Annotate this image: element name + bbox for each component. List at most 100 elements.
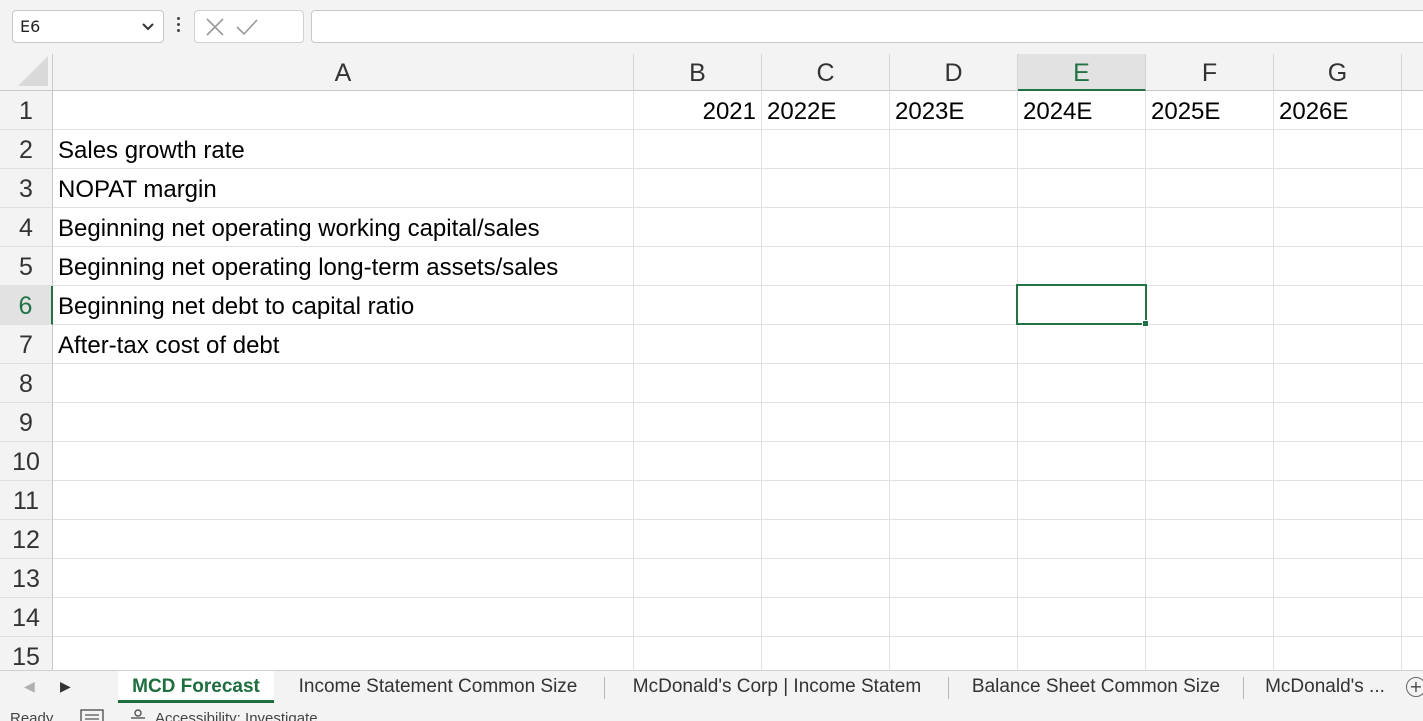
grid-cell[interactable] — [762, 286, 890, 325]
grid-cell[interactable] — [1402, 169, 1423, 208]
grid-cell[interactable] — [1146, 286, 1274, 325]
row-header-2[interactable]: 2 — [0, 130, 53, 169]
grid-cell[interactable] — [1018, 481, 1146, 520]
chevron-down-icon[interactable] — [142, 23, 154, 31]
grid-cell[interactable] — [1146, 442, 1274, 481]
grid-cell[interactable] — [1274, 481, 1402, 520]
grid-cell[interactable] — [1274, 364, 1402, 403]
grid-cell[interactable] — [1274, 247, 1402, 286]
accessibility-status[interactable]: Accessibility: Investigate — [155, 710, 318, 721]
column-header-partial[interactable] — [1402, 54, 1423, 91]
grid-cell[interactable] — [890, 325, 1018, 364]
grid-cell[interactable] — [1146, 481, 1274, 520]
grid-cell[interactable] — [1402, 442, 1423, 481]
grid-cell[interactable] — [634, 637, 762, 670]
row-header-15[interactable]: 15 — [0, 637, 53, 670]
grid-cell[interactable] — [890, 559, 1018, 598]
grid-cell[interactable] — [634, 208, 762, 247]
grid-cell[interactable] — [1402, 208, 1423, 247]
grid-cell[interactable] — [1018, 559, 1146, 598]
grid-cell[interactable] — [1402, 286, 1423, 325]
grid-cell[interactable] — [634, 130, 762, 169]
grid-cell[interactable] — [1274, 559, 1402, 598]
cell-a2[interactable]: Sales growth rate — [53, 130, 634, 169]
column-header-b[interactable]: B — [634, 54, 762, 91]
grid-cell[interactable] — [634, 364, 762, 403]
grid-cell[interactable] — [890, 481, 1018, 520]
grid-cell[interactable] — [1402, 481, 1423, 520]
grid-cell[interactable] — [1146, 637, 1274, 670]
grid-cell[interactable] — [890, 403, 1018, 442]
grid-cell[interactable] — [1146, 520, 1274, 559]
grid-cell[interactable] — [634, 559, 762, 598]
grid-cell[interactable] — [1274, 169, 1402, 208]
row-header-4[interactable]: 4 — [0, 208, 53, 247]
cell-e1[interactable]: 2024E — [1018, 91, 1146, 130]
grid-cell[interactable] — [762, 208, 890, 247]
grid-cell[interactable] — [1274, 598, 1402, 637]
cell-a3[interactable]: NOPAT margin — [53, 169, 634, 208]
grid-cell[interactable] — [1274, 325, 1402, 364]
grid-cell[interactable] — [634, 169, 762, 208]
row-header-13[interactable]: 13 — [0, 559, 53, 598]
select-all-button[interactable] — [0, 54, 53, 91]
sheet-tab-mcdonalds-income-statement[interactable]: McDonald's Corp | Income Statem — [610, 671, 944, 703]
row-header-1[interactable]: 1 — [0, 91, 53, 130]
grid-cell[interactable] — [762, 442, 890, 481]
grid-cell[interactable] — [1146, 130, 1274, 169]
grid-cell[interactable] — [1274, 520, 1402, 559]
row-header-9[interactable]: 9 — [0, 403, 53, 442]
grid-cell[interactable] — [762, 325, 890, 364]
grid-cell[interactable] — [1274, 130, 1402, 169]
grid-cell[interactable] — [762, 130, 890, 169]
row-header-6[interactable]: 6 — [0, 286, 53, 325]
grid-cell[interactable] — [53, 403, 634, 442]
grid-cell[interactable] — [1274, 208, 1402, 247]
column-header-a[interactable]: A — [53, 54, 634, 91]
grid-cell[interactable] — [762, 364, 890, 403]
grid-cell[interactable] — [634, 247, 762, 286]
grid-cell[interactable] — [1018, 130, 1146, 169]
grid-cell[interactable] — [1018, 442, 1146, 481]
grid-cell[interactable] — [1146, 403, 1274, 442]
grid-cell[interactable] — [1146, 598, 1274, 637]
grid-cell[interactable] — [1274, 442, 1402, 481]
grid-cell[interactable] — [1274, 637, 1402, 670]
row-header-10[interactable]: 10 — [0, 442, 53, 481]
cell-a6[interactable]: Beginning net debt to capital ratio — [53, 286, 634, 325]
grid-cell[interactable] — [762, 520, 890, 559]
grid-cell[interactable] — [890, 286, 1018, 325]
grid-cell[interactable] — [762, 169, 890, 208]
cell-a7[interactable]: After-tax cost of debt — [53, 325, 634, 364]
grid-cell[interactable] — [1018, 208, 1146, 247]
sheet-tab-mcd-forecast[interactable]: MCD Forecast — [118, 671, 274, 703]
grid-cell[interactable] — [1274, 403, 1402, 442]
grid-cell[interactable] — [890, 520, 1018, 559]
grid-cell[interactable] — [762, 637, 890, 670]
grid-cell[interactable] — [762, 481, 890, 520]
grid-cell[interactable] — [890, 598, 1018, 637]
grid-cell[interactable] — [1018, 364, 1146, 403]
sheet-stats-icon[interactable] — [80, 709, 104, 721]
grid-cell[interactable] — [53, 364, 634, 403]
column-header-d[interactable]: D — [890, 54, 1018, 91]
grid-cell[interactable] — [1402, 130, 1423, 169]
cell-c1[interactable]: 2022E — [762, 91, 890, 130]
grid-cell[interactable] — [890, 442, 1018, 481]
grid-cell[interactable] — [634, 520, 762, 559]
column-header-e[interactable]: E — [1018, 54, 1146, 91]
grid-cell[interactable] — [53, 91, 634, 130]
grid-cell[interactable] — [762, 247, 890, 286]
grid-cell[interactable] — [890, 169, 1018, 208]
grid-cell[interactable] — [1146, 247, 1274, 286]
grid-cell[interactable] — [1018, 598, 1146, 637]
grid-cell[interactable] — [890, 130, 1018, 169]
grid-cell[interactable] — [634, 442, 762, 481]
grid-cell[interactable] — [1402, 403, 1423, 442]
grid-cell[interactable] — [1402, 91, 1423, 130]
grid-cell[interactable] — [890, 364, 1018, 403]
plus-circle-icon[interactable]: + — [1406, 677, 1423, 697]
grid-cell[interactable] — [1402, 364, 1423, 403]
cell-b1[interactable]: 2021 — [634, 91, 762, 130]
vertical-dots-icon[interactable] — [172, 14, 184, 38]
